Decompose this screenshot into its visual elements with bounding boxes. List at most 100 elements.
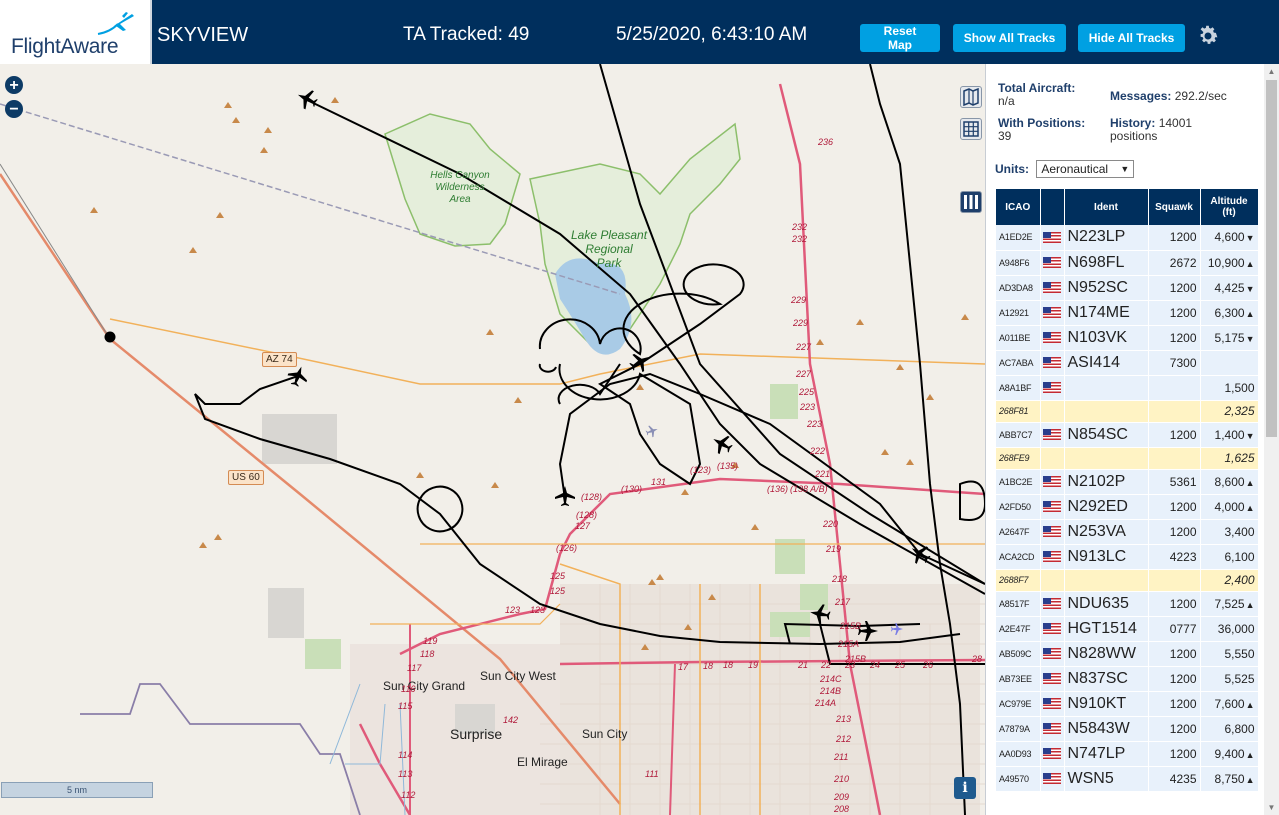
map-layers-button[interactable] — [960, 86, 982, 108]
table-row[interactable]: ACA2CD N913LC 4223 6,100 — [996, 544, 1258, 570]
aircraft-icon — [287, 366, 308, 387]
info-button[interactable]: i — [954, 777, 976, 799]
cell-altitude: 36,000 — [1200, 616, 1258, 642]
table-row[interactable]: AA0D93 N747LP 1200 9,400▲ — [996, 741, 1258, 767]
units-select[interactable]: Aeronautical ▼ — [1036, 160, 1135, 178]
mile-marker: 223 — [807, 419, 823, 429]
table-row[interactable]: AC979E N910KT 1200 7,600▲ — [996, 691, 1258, 717]
mile-marker: 214C — [820, 674, 842, 684]
table-row[interactable]: A1BC2E N2102P 5361 8,600▲ — [996, 469, 1258, 495]
table-row[interactable]: A8517F NDU635 1200 7,525▲ — [996, 591, 1258, 617]
mile-marker: 111 — [645, 769, 659, 779]
cell-flag — [1040, 350, 1065, 376]
table-row[interactable]: 268FE9 1,625 — [996, 447, 1258, 470]
table-row[interactable]: AD3DA8 N952SC 1200 4,425▼ — [996, 275, 1258, 301]
cell-ident: N910KT — [1064, 691, 1149, 717]
table-row[interactable]: AB73EE N837SC 1200 5,525 — [996, 666, 1258, 692]
cell-icao: A2647F — [996, 519, 1041, 545]
altitude-value: 7,525 — [1214, 596, 1245, 611]
table-row[interactable]: A2647F N253VA 1200 3,400 — [996, 519, 1258, 545]
table-row[interactable]: A7879A N5843W 1200 6,800 — [996, 716, 1258, 742]
cell-ident: N913LC — [1064, 544, 1149, 570]
cell-altitude: 8,750▲ — [1200, 766, 1258, 791]
cell-squawk — [1148, 447, 1201, 470]
cell-altitude: 9,400▲ — [1200, 741, 1258, 767]
col-header-icao[interactable]: ICAO — [996, 189, 1041, 225]
cell-squawk: 7300 — [1148, 350, 1201, 376]
cell-flag — [1040, 225, 1065, 251]
altitude-value: 5,525 — [1224, 671, 1255, 686]
col-header-flag[interactable] — [1040, 189, 1065, 225]
cell-squawk — [1148, 569, 1201, 592]
mile-marker: 117 — [407, 663, 422, 673]
mile-marker: 209 — [834, 792, 850, 802]
reset-map-button[interactable]: Reset Map — [860, 24, 940, 52]
scroll-up-icon[interactable]: ▲ — [1264, 64, 1279, 79]
climb-arrow-icon: ▲ — [1245, 502, 1255, 513]
columns-toggle-button[interactable] — [960, 191, 982, 213]
cell-squawk: 1200 — [1148, 691, 1201, 717]
col-header-ident[interactable]: Ident — [1064, 189, 1149, 225]
cell-altitude: 4,600▼ — [1200, 225, 1258, 251]
grid-icon — [963, 121, 979, 137]
table-row[interactable]: A8A1BF 1,500 — [996, 375, 1258, 401]
table-row[interactable]: A2E47F HGT1514 0777 36,000 — [996, 616, 1258, 642]
cell-altitude: 1,625 — [1200, 447, 1258, 470]
hide-all-tracks-button[interactable]: Hide All Tracks — [1078, 24, 1185, 52]
cell-ident: N854SC — [1064, 422, 1149, 448]
place-label: Surprise — [450, 726, 503, 742]
panel-scroll-thumb[interactable] — [1266, 80, 1277, 437]
cell-altitude: 6,800 — [1200, 716, 1258, 742]
table-row[interactable]: 268F81 2,325 — [996, 400, 1258, 423]
aircraft-table-container[interactable]: ICAO Ident Squawk Altitude (ft) A1ED2E N22… — [996, 189, 1258, 791]
flightaware-logo[interactable]: FlightAware — [0, 0, 152, 64]
current-datetime: 5/25/2020, 6:43:10 AM — [616, 24, 808, 45]
cell-ident: N223LP — [1064, 225, 1149, 251]
mile-marker: (128) — [576, 510, 598, 520]
mile-marker: 131 — [651, 477, 667, 487]
col-header-altitude[interactable]: Altitude (ft) — [1200, 189, 1258, 225]
mile-marker: 115 — [398, 701, 413, 711]
cell-icao: 268FE9 — [996, 447, 1041, 470]
table-row[interactable]: 2688F7 2,400 — [996, 569, 1258, 592]
us-flag-icon — [1043, 551, 1061, 563]
table-row[interactable]: A49570 WSN5 4235 8,750▲ — [996, 766, 1258, 791]
table-row[interactable]: A1ED2E N223LP 1200 4,600▼ — [996, 225, 1258, 251]
table-row[interactable]: A948F6 N698FL 2672 10,900▲ — [996, 250, 1258, 276]
aircraft-table-body: A1ED2E N223LP 1200 4,600▼ A948F6 N698FL 2672 10… — [996, 225, 1258, 791]
cell-flag — [1040, 569, 1065, 592]
cell-flag — [1040, 716, 1065, 742]
table-row[interactable]: A011BE N103VK 1200 5,175▼ — [996, 325, 1258, 351]
cell-squawk: 1200 — [1148, 519, 1201, 545]
cell-flag — [1040, 616, 1065, 642]
mile-marker: 25 — [895, 660, 906, 670]
table-row[interactable]: AC7ABA ASI414 7300 — [996, 350, 1258, 376]
table-row[interactable]: ABB7C7 N854SC 1200 1,400▼ — [996, 422, 1258, 448]
aircraft-icon — [297, 90, 318, 110]
zoom-out-button[interactable]: − — [5, 100, 23, 118]
cell-flag — [1040, 469, 1065, 495]
stat-label: Total Aircraft: — [998, 81, 1076, 95]
mile-marker: 221 — [815, 469, 831, 479]
col-header-squawk[interactable]: Squawk — [1148, 189, 1201, 225]
mile-marker: 123 — [530, 605, 546, 615]
cell-ident: ASI414 — [1064, 350, 1149, 376]
scroll-down-icon[interactable]: ▼ — [1264, 800, 1279, 815]
cell-ident: N698FL — [1064, 250, 1149, 276]
table-row[interactable]: A12921 N174ME 1200 6,300▲ — [996, 300, 1258, 326]
mile-marker: 22 — [821, 660, 832, 670]
mile-marker: 215A — [838, 639, 860, 649]
zoom-in-button[interactable]: + — [5, 76, 23, 94]
gear-icon[interactable] — [1196, 24, 1220, 48]
mile-marker: 114 — [398, 750, 413, 760]
stat-label: History: — [1110, 116, 1156, 130]
mile-marker: (136) — [767, 484, 789, 494]
mile-marker: 232 — [792, 234, 808, 244]
cell-altitude: 7,525▲ — [1200, 591, 1258, 617]
table-row[interactable]: AB509C N828WW 1200 5,550 — [996, 641, 1258, 667]
table-row[interactable]: A2FD50 N292ED 1200 4,000▲ — [996, 494, 1258, 520]
map-view[interactable]: Sun City Grand Sun City West Surprise Su… — [0, 64, 985, 815]
grid-toggle-button[interactable] — [960, 118, 982, 140]
with-positions-stat: With Positions: 39 — [998, 117, 1085, 143]
show-all-tracks-button[interactable]: Show All Tracks — [953, 24, 1066, 52]
